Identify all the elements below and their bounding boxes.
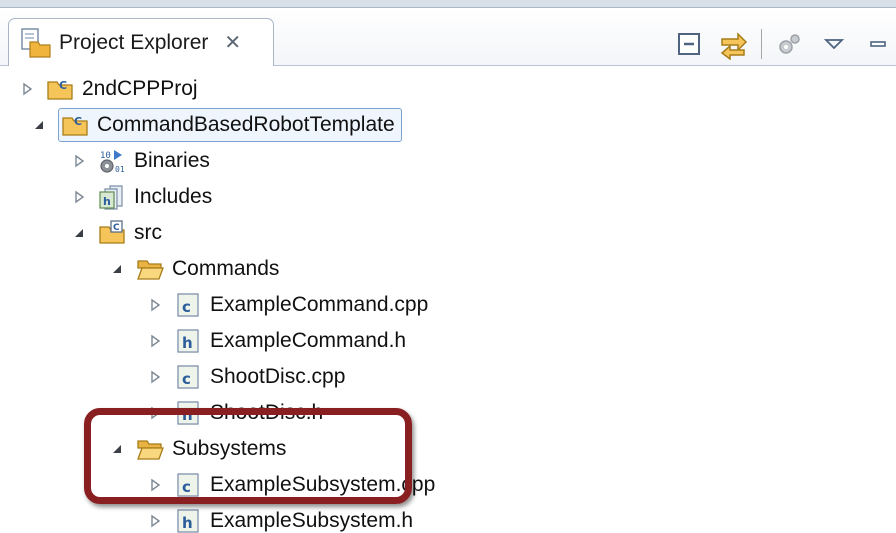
collapse-all-icon xyxy=(678,33,700,55)
svg-text:01: 01 xyxy=(115,165,125,174)
tree-item-label: Includes xyxy=(134,185,213,208)
minimize-button[interactable] xyxy=(860,26,896,62)
tree-item-label: Binaries xyxy=(134,149,210,172)
tree-item-includes[interactable]: h Includes xyxy=(72,179,212,215)
tree-item-commands[interactable]: Commands xyxy=(110,251,279,287)
svg-text:h: h xyxy=(182,334,193,352)
tree-item-examplecommand-cpp[interactable]: c ExampleCommand.cpp xyxy=(148,287,428,323)
binaries-icon: 10 01 xyxy=(100,150,125,174)
source-folder-icon: C xyxy=(99,220,125,244)
tree-item-binaries[interactable]: 10 01 Binaries xyxy=(72,143,210,179)
tree-item-label: ShootDisc.cpp xyxy=(210,365,346,388)
link-with-editor-icon xyxy=(720,32,748,60)
tree-item-examplesubsystem-h[interactable]: h ExampleSubsystem.h xyxy=(148,503,413,533)
selection-highlight: C CommandBasedRobotTemplate xyxy=(58,108,402,142)
header-file-icon: h xyxy=(177,401,199,425)
tree-item-examplecommand-h[interactable]: h ExampleCommand.h xyxy=(148,323,406,359)
tree-item-2ndcppproj[interactable]: C 2ndCPPProj xyxy=(20,71,198,107)
cpp-project-icon: C xyxy=(47,79,73,100)
collapse-all-button[interactable] xyxy=(671,26,707,62)
tab-title: Project Explorer xyxy=(59,30,209,54)
toolbar-separator xyxy=(761,29,762,59)
project-explorer-icon xyxy=(21,27,51,58)
svg-text:C: C xyxy=(74,115,82,128)
link-with-editor-button[interactable] xyxy=(715,26,751,62)
build-button[interactable] xyxy=(772,26,808,62)
view-tab-bar: Project Explorer ✕ xyxy=(0,8,896,66)
tree-item-label: ExampleCommand.cpp xyxy=(210,293,429,316)
svg-text:C: C xyxy=(113,223,120,233)
folder-icon xyxy=(137,260,164,280)
header-file-icon: h xyxy=(177,329,199,353)
svg-text:c: c xyxy=(182,478,191,496)
svg-text:C: C xyxy=(59,79,67,92)
expand-arrow-icon[interactable] xyxy=(20,82,34,96)
folder-icon xyxy=(137,440,164,460)
expand-arrow-icon[interactable] xyxy=(148,370,162,384)
collapse-arrow-icon[interactable] xyxy=(72,226,86,240)
collapse-arrow-icon[interactable] xyxy=(32,118,46,132)
svg-text:h: h xyxy=(182,406,193,424)
tree-item-label: ShootDisc.h xyxy=(210,401,324,424)
tree-item-src[interactable]: C src xyxy=(72,215,162,251)
view-toolbar xyxy=(671,26,896,62)
view-menu-button[interactable] xyxy=(816,26,852,62)
minimize-icon xyxy=(870,41,886,47)
tree-item-label: 2ndCPPProj xyxy=(82,77,198,100)
expand-arrow-icon[interactable] xyxy=(148,514,162,528)
tree-item-commandbasedrobottemplate[interactable]: C CommandBasedRobotTemplate xyxy=(32,107,402,143)
window-top-border xyxy=(0,0,896,8)
tree-item-label: CommandBasedRobotTemplate xyxy=(97,113,395,136)
expand-arrow-icon[interactable] xyxy=(148,298,162,312)
tab-project-explorer[interactable]: Project Explorer ✕ xyxy=(8,18,274,66)
tree-item-examplesubsystem-cpp[interactable]: c ExampleSubsystem.cpp xyxy=(148,467,435,503)
tree-item-subsystems[interactable]: Subsystems xyxy=(110,431,286,467)
close-icon[interactable]: ✕ xyxy=(224,30,241,55)
expand-arrow-icon[interactable] xyxy=(148,406,162,420)
svg-text:c: c xyxy=(182,298,191,316)
cpp-file-icon: c xyxy=(177,365,199,389)
tree-item-label: Subsystems xyxy=(172,437,287,460)
includes-icon: h xyxy=(99,185,123,210)
svg-text:h: h xyxy=(182,514,193,532)
tree-item-label: ExampleSubsystem.h xyxy=(210,509,414,532)
tree-item-shootdisc-h[interactable]: h ShootDisc.h xyxy=(148,395,323,431)
tree-item-label: src xyxy=(134,221,162,244)
tree-item-label: ExampleSubsystem.cpp xyxy=(210,473,436,496)
svg-text:h: h xyxy=(103,195,111,208)
expand-arrow-icon[interactable] xyxy=(148,334,162,348)
collapse-arrow-icon[interactable] xyxy=(110,442,124,456)
cpp-file-icon: c xyxy=(177,293,199,317)
header-file-icon: h xyxy=(177,509,199,533)
tree-item-label: Commands xyxy=(172,257,280,280)
collapse-arrow-icon[interactable] xyxy=(110,262,124,276)
tree-item-label: ExampleCommand.h xyxy=(210,329,407,352)
expand-arrow-icon[interactable] xyxy=(72,154,86,168)
tree-item-shootdisc-cpp[interactable]: c ShootDisc.cpp xyxy=(148,359,345,395)
view-menu-icon xyxy=(823,39,845,50)
svg-text:10: 10 xyxy=(100,151,111,161)
project-tree: C 2ndCPPProj C CommandBasedRobotTemplate… xyxy=(0,66,896,533)
expand-arrow-icon[interactable] xyxy=(148,478,162,492)
svg-text:c: c xyxy=(182,370,191,388)
cpp-file-icon: c xyxy=(177,473,199,497)
expand-arrow-icon[interactable] xyxy=(72,190,86,204)
build-gears-icon xyxy=(779,34,800,54)
cpp-project-icon: C xyxy=(62,115,88,136)
